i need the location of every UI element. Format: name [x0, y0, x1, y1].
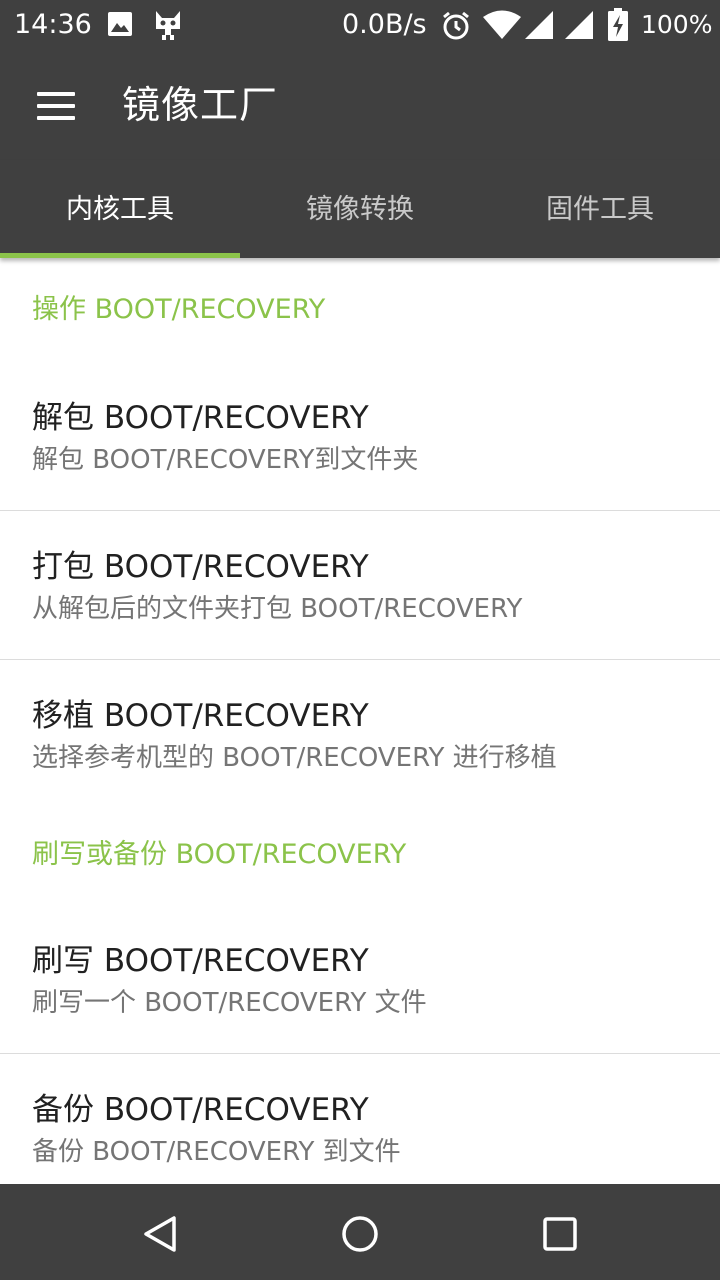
app-title: 镜像工厂: [122, 83, 279, 127]
menu-line: [37, 92, 75, 96]
item-subtitle: 刷写一个 BOOT/RECOVERY 文件: [32, 988, 427, 1018]
navigation-bar: [0, 1184, 720, 1280]
back-triangle-shape: [144, 1216, 176, 1252]
wifi-icon: [483, 10, 521, 39]
signal-icon: [525, 11, 553, 39]
section-header: 操作 BOOT/RECOVERY: [32, 294, 326, 325]
section-header: 刷写或备份 BOOT/RECOVERY: [32, 839, 407, 870]
list-item-port[interactable]: 移植 BOOT/RECOVERY 选择参考机型的 BOOT/RECOVERY 进…: [0, 660, 720, 805]
item-title: 解包 BOOT/RECOVERY: [32, 400, 369, 436]
hamburger-menu-icon[interactable]: [24, 78, 88, 134]
item-title: 备份 BOOT/RECOVERY: [32, 1092, 369, 1128]
item-title: 打包 BOOT/RECOVERY: [32, 549, 369, 585]
recents-icon[interactable]: [520, 1204, 600, 1260]
cat-icon: [156, 11, 180, 40]
settings-list: 操作 BOOT/RECOVERY 解包 BOOT/RECOVERY 解包 BOO…: [0, 258, 720, 1184]
alarm-icon: [443, 11, 469, 40]
item-title: 移植 BOOT/RECOVERY: [32, 698, 369, 734]
tab-image-convert[interactable]: 镜像转换: [240, 160, 480, 258]
menu-line: [37, 104, 75, 108]
app-bar: 镜像工厂: [0, 52, 720, 160]
item-subtitle: 选择参考机型的 BOOT/RECOVERY 进行移植: [32, 743, 557, 773]
recents-square-shape: [543, 1217, 577, 1251]
list-item-backup[interactable]: 备份 BOOT/RECOVERY 备份 BOOT/RECOVERY 到文件: [0, 1054, 720, 1184]
battery-charging-icon: [608, 8, 628, 41]
home-icon[interactable]: [320, 1204, 400, 1260]
item-subtitle: 解包 BOOT/RECOVERY到文件夹: [32, 445, 419, 475]
back-icon[interactable]: [120, 1204, 200, 1260]
item-title: 刷写 BOOT/RECOVERY: [32, 943, 369, 979]
item-subtitle: 备份 BOOT/RECOVERY 到文件: [32, 1137, 401, 1167]
net-speed: 0.0B/s: [342, 9, 427, 40]
tab-bar: 内核工具 镜像转换 固件工具: [0, 160, 720, 258]
image-icon: [108, 12, 132, 36]
battery-percent: 100%: [641, 10, 713, 39]
tab-firmware-tools[interactable]: 固件工具: [480, 160, 720, 258]
status-bar: 14:36 0.0B/s 100%: [0, 0, 720, 52]
status-time: 14:36: [14, 9, 92, 40]
signal-icon: [565, 11, 593, 39]
menu-line: [37, 116, 75, 120]
item-subtitle: 从解包后的文件夹打包 BOOT/RECOVERY: [32, 594, 523, 624]
tab-kernel-tools[interactable]: 内核工具: [0, 160, 240, 258]
list-item-unpack[interactable]: 解包 BOOT/RECOVERY 解包 BOOT/RECOVERY到文件夹: [0, 362, 720, 511]
home-circle-shape: [342, 1216, 378, 1252]
list-item-pack[interactable]: 打包 BOOT/RECOVERY 从解包后的文件夹打包 BOOT/RECOVER…: [0, 511, 720, 660]
list-item-flash[interactable]: 刷写 BOOT/RECOVERY 刷写一个 BOOT/RECOVERY 文件: [0, 905, 720, 1054]
